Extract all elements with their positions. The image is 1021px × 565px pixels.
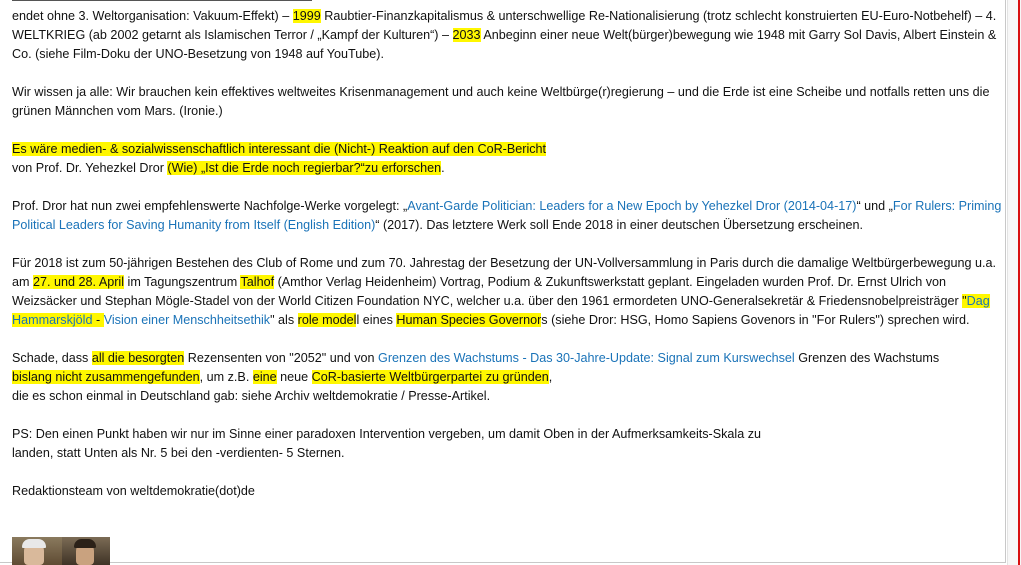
paragraph-timeline: endet ohne 3. Weltorganisation: Vakuum-E… xyxy=(12,9,997,61)
photo-person-left-hair xyxy=(22,539,46,548)
clipped-top-line xyxy=(12,0,1002,2)
paragraph-ps: PS: Den einen Punkt haben wir nur im Sin… xyxy=(12,427,762,460)
photo-person-right-hair xyxy=(74,539,96,548)
link-grenzen-des-wachstums[interactable]: Grenzen des Wachstums - Das 30-Jahre-Upd… xyxy=(378,351,795,365)
paragraph-cor-report: Es wäre medien- & sozialwissenschaftlich… xyxy=(12,142,547,175)
highlight-date: 27. und 28. April xyxy=(33,275,125,289)
highlight-weltbuergerpartei: CoR-basierte Weltbürgerpartei zu gründen xyxy=(311,370,549,384)
highlight-role-model: role model xyxy=(297,313,357,327)
highlight-2033: 2033 xyxy=(452,28,481,42)
highlight-zusammengefunden: bislang nicht zusammengefunden xyxy=(12,370,200,384)
paragraph-reviewers: Schade, dass all die besorgten Rezensent… xyxy=(12,351,940,403)
paragraph-irony: Wir wissen ja alle: Wir brauchen kein ef… xyxy=(12,85,990,118)
reviewer-photo-thumbnail[interactable] xyxy=(12,537,110,565)
highlight-cor-report: Es wäre medien- & sozialwissenschaftlich… xyxy=(12,142,547,156)
red-edge-marker xyxy=(1018,0,1020,565)
highlight-besorgten: all die besorgten xyxy=(91,351,185,365)
highlight-1999: 1999 xyxy=(292,9,321,23)
highlight-talhof: Talhof xyxy=(240,275,275,289)
paragraph-dror-works: Prof. Dror hat nun zwei empfehlenswerte … xyxy=(12,199,1002,232)
highlight-regierbar: (Wie) „Ist die Erde noch regierbar?“zu e… xyxy=(167,161,442,175)
paragraph-signature: Redaktionsteam von weltdemokratie(dot)de xyxy=(12,484,255,498)
paragraph-event-2018: Für 2018 ist zum 50-jährigen Bestehen de… xyxy=(12,256,997,327)
review-body: endet ohne 3. Weltorganisation: Vakuum-E… xyxy=(12,7,1006,520)
link-vision-menschheitsethik[interactable]: Vision einer Menschheitsethik xyxy=(104,313,270,327)
highlight-eine: eine xyxy=(252,370,277,384)
link-avant-garde-politician[interactable]: Avant-Garde Politician: Leaders for a Ne… xyxy=(407,199,856,213)
highlight-human-species-governor: Human Species Governor xyxy=(396,313,542,327)
